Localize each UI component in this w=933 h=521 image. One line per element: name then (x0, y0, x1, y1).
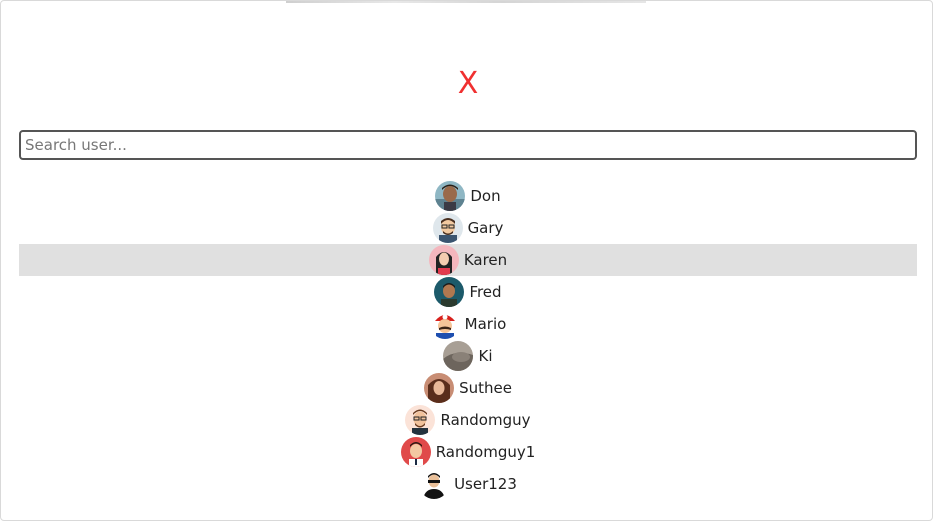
user-row-don[interactable]: Don (19, 180, 917, 212)
user-row-gary[interactable]: Gary (19, 212, 917, 244)
user-name: Randomguy (440, 411, 531, 429)
user-row-karen[interactable]: Karen (19, 244, 917, 276)
user-name: User123 (454, 475, 517, 493)
background-strip (286, 1, 646, 3)
user-row-fred[interactable]: Fred (19, 276, 917, 308)
fred-avatar-icon (434, 277, 465, 307)
user-row-suthee[interactable]: Suthee (19, 372, 917, 404)
gary-avatar-icon (432, 213, 463, 243)
close-button[interactable]: X (447, 63, 489, 103)
user-name: Gary (467, 219, 504, 237)
user-name: Fred (469, 283, 502, 301)
suthee-avatar-icon (424, 373, 455, 403)
user123-avatar-icon (419, 469, 450, 499)
ki-avatar-icon (443, 341, 474, 371)
user-picker-dialog: X Don Gary (0, 0, 933, 521)
randomguy1-avatar-icon (400, 437, 431, 467)
randomguy-avatar-icon (405, 405, 436, 435)
user-name: Karen (463, 251, 508, 269)
user-row-randomguy1[interactable]: Randomguy1 (19, 436, 917, 468)
mario-avatar-icon (429, 309, 460, 339)
user-list: Don Gary Karen Fred Mario Ki Suthee Rand… (19, 180, 917, 500)
karen-avatar-icon (428, 245, 459, 275)
user-name: Don (470, 187, 501, 205)
user-name: Suthee (459, 379, 512, 397)
user-row-ki[interactable]: Ki (19, 340, 917, 372)
user-name: Mario (464, 315, 507, 333)
user-row-randomguy[interactable]: Randomguy (19, 404, 917, 436)
don-avatar-icon (435, 181, 466, 211)
user-row-user123[interactable]: User123 (19, 468, 917, 500)
user-name: Randomguy1 (435, 443, 536, 461)
user-name: Ki (478, 347, 493, 365)
user-row-mario[interactable]: Mario (19, 308, 917, 340)
search-input[interactable] (19, 130, 917, 160)
